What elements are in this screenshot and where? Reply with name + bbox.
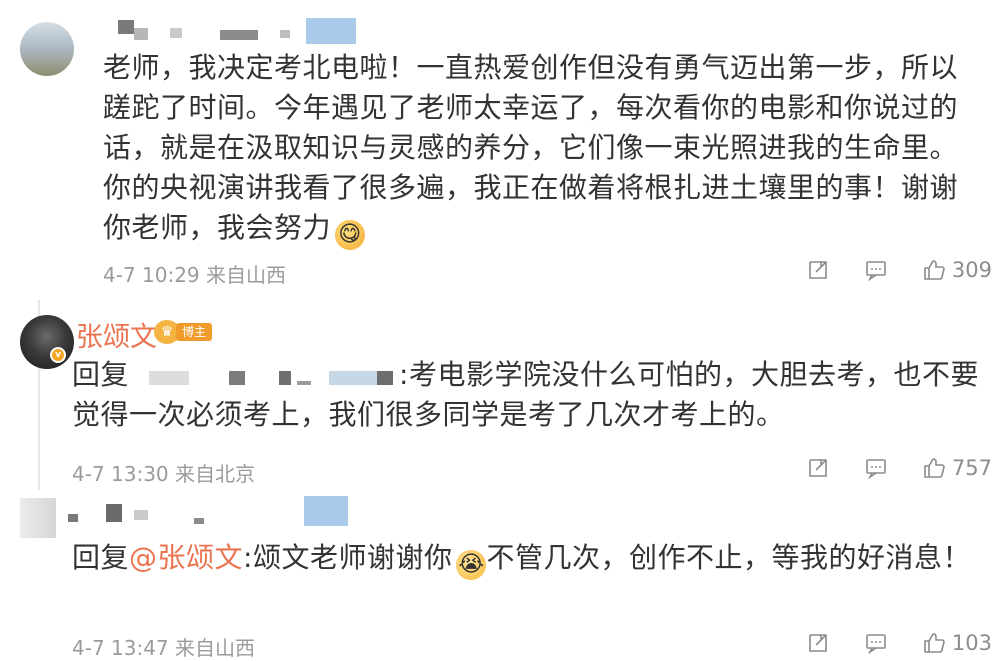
like-icon[interactable] xyxy=(922,258,946,282)
location: 来自北京 xyxy=(175,462,256,486)
comment-1: 老师，我决定考北电啦！一直热爱创作但没有勇气迈出第一步，所以蹉跎了时间。今年遇见… xyxy=(0,0,1000,300)
like-button[interactable]: 757 xyxy=(922,456,992,480)
like-count: 309 xyxy=(951,258,992,282)
comment-actions: 757 xyxy=(806,456,992,480)
like-icon[interactable] xyxy=(922,631,946,655)
username[interactable]: 张颂文 xyxy=(76,315,157,354)
comment-text: 回复@张颂文:颂文老师谢谢你 😭不管几次，创作不止，等我的好消息！ xyxy=(72,538,986,580)
share-icon[interactable] xyxy=(806,258,830,282)
comment-2: v 张颂文 ♛ 博主 回复 :考电影学院没什么可怕的，大胆去考，也不要觉得一次必… xyxy=(0,300,1000,490)
blogger-badge: ♛ 博主 xyxy=(154,320,213,344)
like-button[interactable]: 309 xyxy=(922,258,992,282)
avatar[interactable] xyxy=(20,498,56,538)
reply-prefix: 回复 xyxy=(72,358,130,391)
comment-icon[interactable] xyxy=(864,631,888,655)
like-icon[interactable] xyxy=(922,456,946,480)
mention-link[interactable]: @张颂文 xyxy=(129,541,243,574)
share-icon[interactable] xyxy=(806,631,830,655)
comment-icon[interactable] xyxy=(864,258,888,282)
reply-text-after: 不管几次，创作不止，等我的好消息！ xyxy=(486,541,971,574)
avatar[interactable] xyxy=(20,315,74,369)
crying-face-emoji: 😭 xyxy=(456,550,487,580)
comment-meta: 4-7 10:29 来自山西 xyxy=(103,259,286,288)
timestamp: 4-7 13:47 xyxy=(72,636,169,660)
timestamp: 4-7 10:29 xyxy=(103,263,200,287)
timestamp: 4-7 13:30 xyxy=(72,462,169,486)
comment-3: 回复@张颂文:颂文老师谢谢你 😭不管几次，创作不止，等我的好消息！ 4-7 13:… xyxy=(0,490,1000,661)
like-count: 757 xyxy=(951,456,992,480)
comment-actions: 309 xyxy=(806,258,992,282)
avatar[interactable] xyxy=(20,22,74,76)
redacted-mention[interactable] xyxy=(129,363,399,389)
verified-badge-icon: v xyxy=(50,347,66,363)
comment-actions: 103 xyxy=(806,631,992,655)
reply-text-before: :颂文老师谢谢你 xyxy=(243,541,453,574)
comment-text: 老师，我决定考北电啦！一直热爱创作但没有勇气迈出第一步，所以蹉跎了时间。今年遇见… xyxy=(103,48,986,250)
like-count: 103 xyxy=(951,631,992,655)
like-button[interactable]: 103 xyxy=(922,631,992,655)
comment-icon[interactable] xyxy=(864,456,888,480)
comment-meta: 4-7 13:30 来自北京 xyxy=(72,458,255,487)
drooling-face-emoji: 😋 xyxy=(335,220,366,250)
share-icon[interactable] xyxy=(806,456,830,480)
comment-text: 回复 :考电影学院没什么可怕的，大胆去考，也不要觉得一次必须考上，我们很多同学是… xyxy=(72,355,986,435)
reply-prefix: 回复 xyxy=(72,541,130,574)
blogger-tag: 博主 xyxy=(176,323,213,341)
comment-meta: 4-7 13:47 来自山西 xyxy=(72,632,255,661)
redacted-username[interactable] xyxy=(100,18,360,44)
location: 来自山西 xyxy=(206,263,287,287)
comment-text-content: 老师，我决定考北电啦！一直热爱创作但没有勇气迈出第一步，所以蹉跎了时间。今年遇见… xyxy=(103,51,959,244)
location: 来自山西 xyxy=(175,636,256,660)
redacted-username[interactable] xyxy=(64,496,354,530)
